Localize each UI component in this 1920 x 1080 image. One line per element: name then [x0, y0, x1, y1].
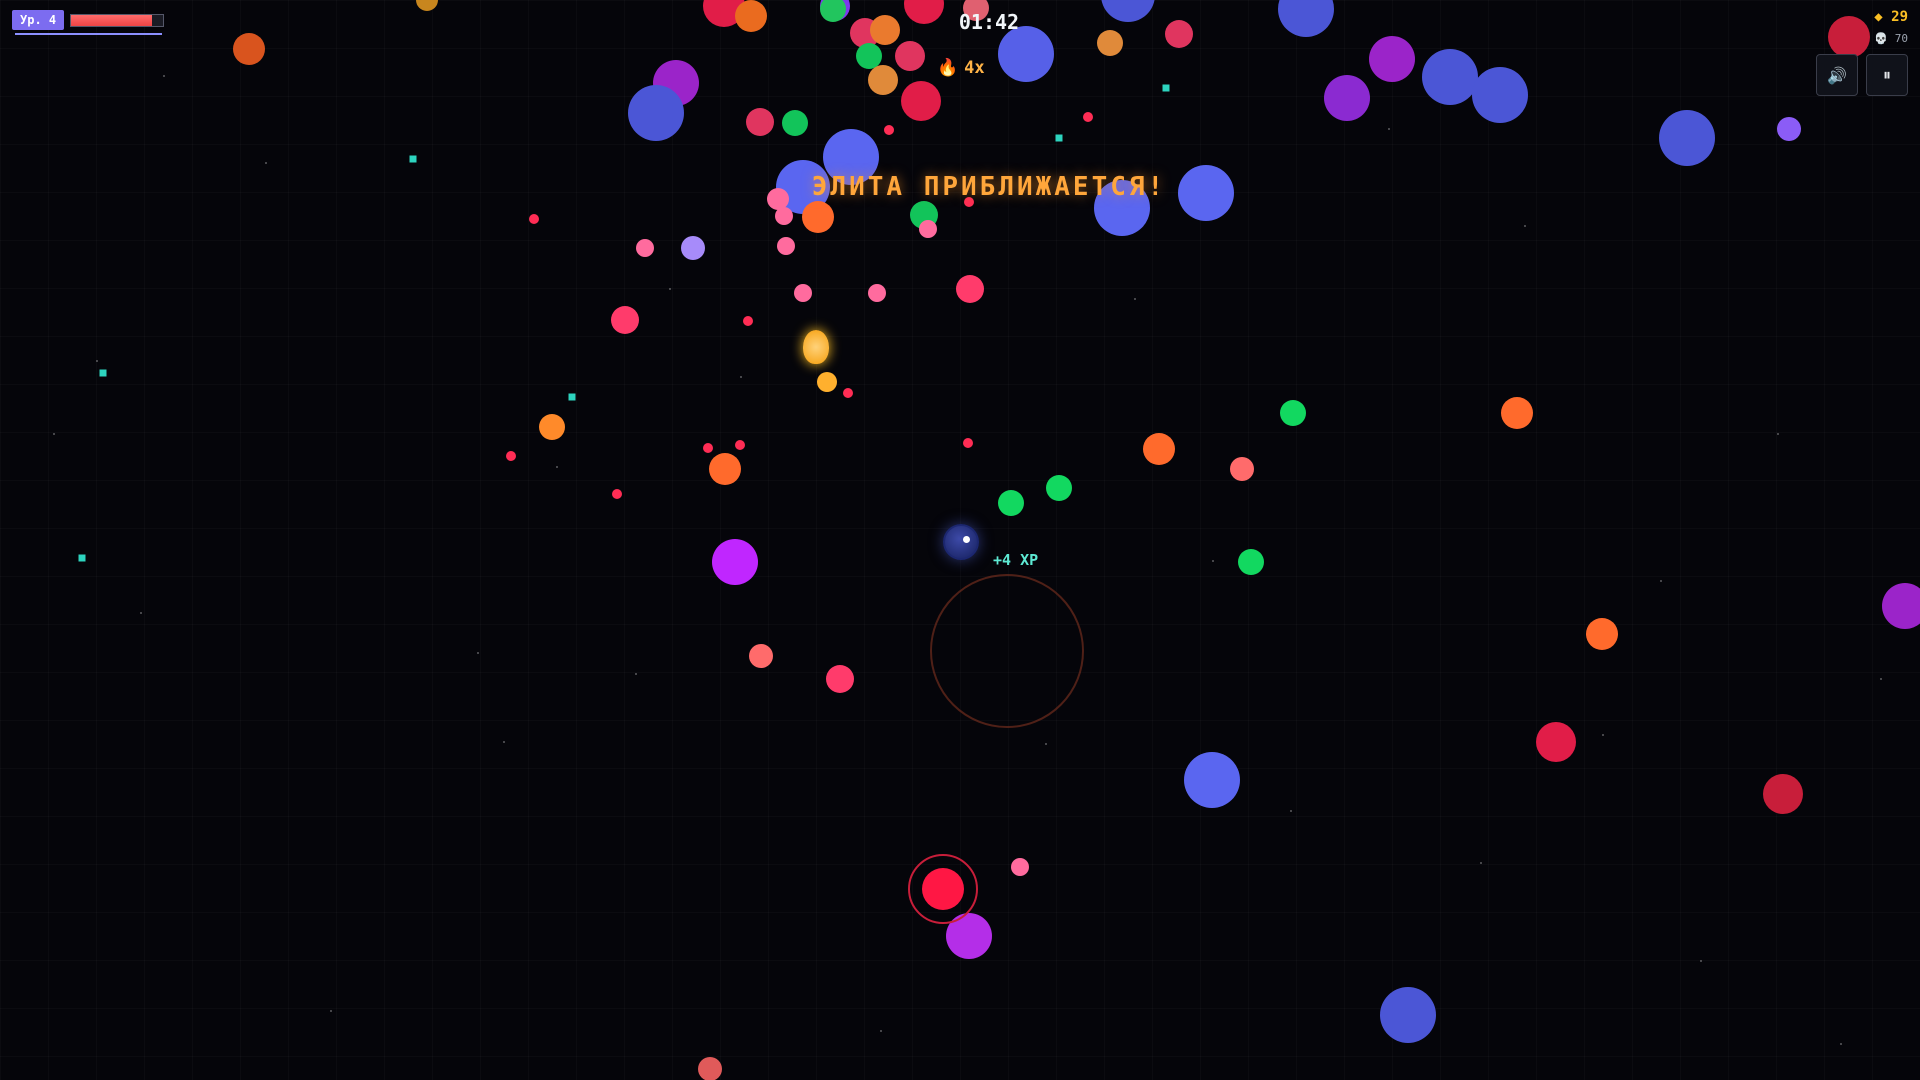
skull-icon: 💀 — [1874, 32, 1889, 45]
enemy — [1324, 75, 1370, 121]
gold-icon: ◆ — [1874, 9, 1883, 25]
enemy — [1501, 397, 1533, 429]
projectile — [506, 451, 516, 461]
enemy — [998, 490, 1024, 516]
enemy — [1763, 774, 1803, 814]
projectile — [612, 489, 622, 499]
projectile — [735, 440, 745, 450]
flame-icon: 🔥 — [937, 58, 959, 78]
enemy — [826, 665, 854, 693]
pause-icon: ⏸ — [1882, 65, 1891, 84]
enemy — [1777, 117, 1801, 141]
enemy — [628, 85, 684, 141]
game-arena[interactable]: +4 XP Ур. 4 01:42 🔥 4x ЭЛИТА ПРИБЛИЖАЕТСЯ… — [0, 0, 1920, 1080]
enemy — [868, 284, 886, 302]
player-character[interactable] — [943, 524, 979, 560]
combo-multiplier: 🔥 4x — [937, 58, 985, 78]
fireball-projectile — [803, 330, 829, 364]
projectile — [703, 443, 713, 453]
projectile — [529, 214, 539, 224]
enemy — [1011, 858, 1029, 876]
enemy — [1882, 583, 1920, 629]
enemy — [1143, 433, 1175, 465]
enemy — [817, 372, 837, 392]
enemy — [1659, 110, 1715, 166]
xp-gem — [409, 155, 417, 163]
pause-button[interactable]: ⏸ — [1866, 54, 1908, 96]
enemy — [539, 414, 565, 440]
projectile — [843, 388, 853, 398]
projectile — [963, 438, 973, 448]
projectile — [884, 125, 894, 135]
enemy — [1536, 722, 1576, 762]
enemy — [782, 110, 808, 136]
enemy — [1046, 475, 1072, 501]
enemy — [1380, 987, 1436, 1043]
enemy — [233, 33, 265, 65]
combo-value: 4x — [964, 58, 985, 78]
elite-enemy — [908, 854, 978, 924]
xp-gem — [568, 393, 576, 401]
projectile — [1083, 112, 1093, 122]
xp-gem — [78, 554, 86, 562]
gold-counter: ◆ 29 — [1874, 9, 1908, 25]
sound-toggle-button[interactable]: 🔊 — [1816, 54, 1858, 96]
kill-value: 70 — [1894, 32, 1908, 45]
enemy — [698, 1057, 722, 1080]
enemy — [1280, 400, 1306, 426]
enemy — [901, 81, 941, 121]
enemy — [1230, 457, 1254, 481]
enemy — [895, 41, 925, 71]
enemy — [1586, 618, 1618, 650]
enemy — [777, 237, 795, 255]
enemy — [1369, 36, 1415, 82]
game-timer: 01:42 — [958, 10, 1020, 34]
enemy — [611, 306, 639, 334]
xp-gain-popup: +4 XP — [993, 551, 1039, 569]
enemy — [868, 65, 898, 95]
elite-warning-banner: ЭЛИТА ПРИБЛИЖАЕТСЯ! — [811, 172, 1167, 202]
enemy — [998, 26, 1054, 82]
gold-value: 29 — [1891, 9, 1908, 25]
kill-counter: 💀 70 — [1874, 32, 1908, 45]
enemy — [749, 644, 773, 668]
enemy — [681, 236, 705, 260]
player-aura-ring — [930, 574, 1084, 728]
player-eye — [963, 536, 970, 543]
enemy — [1422, 49, 1478, 105]
enemy — [956, 275, 984, 303]
enemy — [794, 284, 812, 302]
projectile — [743, 316, 753, 326]
enemy — [712, 539, 758, 585]
enemy — [636, 239, 654, 257]
enemy — [746, 108, 774, 136]
xp-gem — [99, 369, 107, 377]
xp-gem — [1162, 84, 1170, 92]
enemy — [1238, 549, 1264, 575]
xp-gem — [1055, 134, 1063, 142]
enemy — [802, 201, 834, 233]
enemy — [709, 453, 741, 485]
enemy — [1472, 67, 1528, 123]
speaker-icon: 🔊 — [1827, 65, 1847, 85]
enemy — [1184, 752, 1240, 808]
enemy — [919, 220, 937, 238]
elite-enemy-core — [922, 868, 964, 910]
